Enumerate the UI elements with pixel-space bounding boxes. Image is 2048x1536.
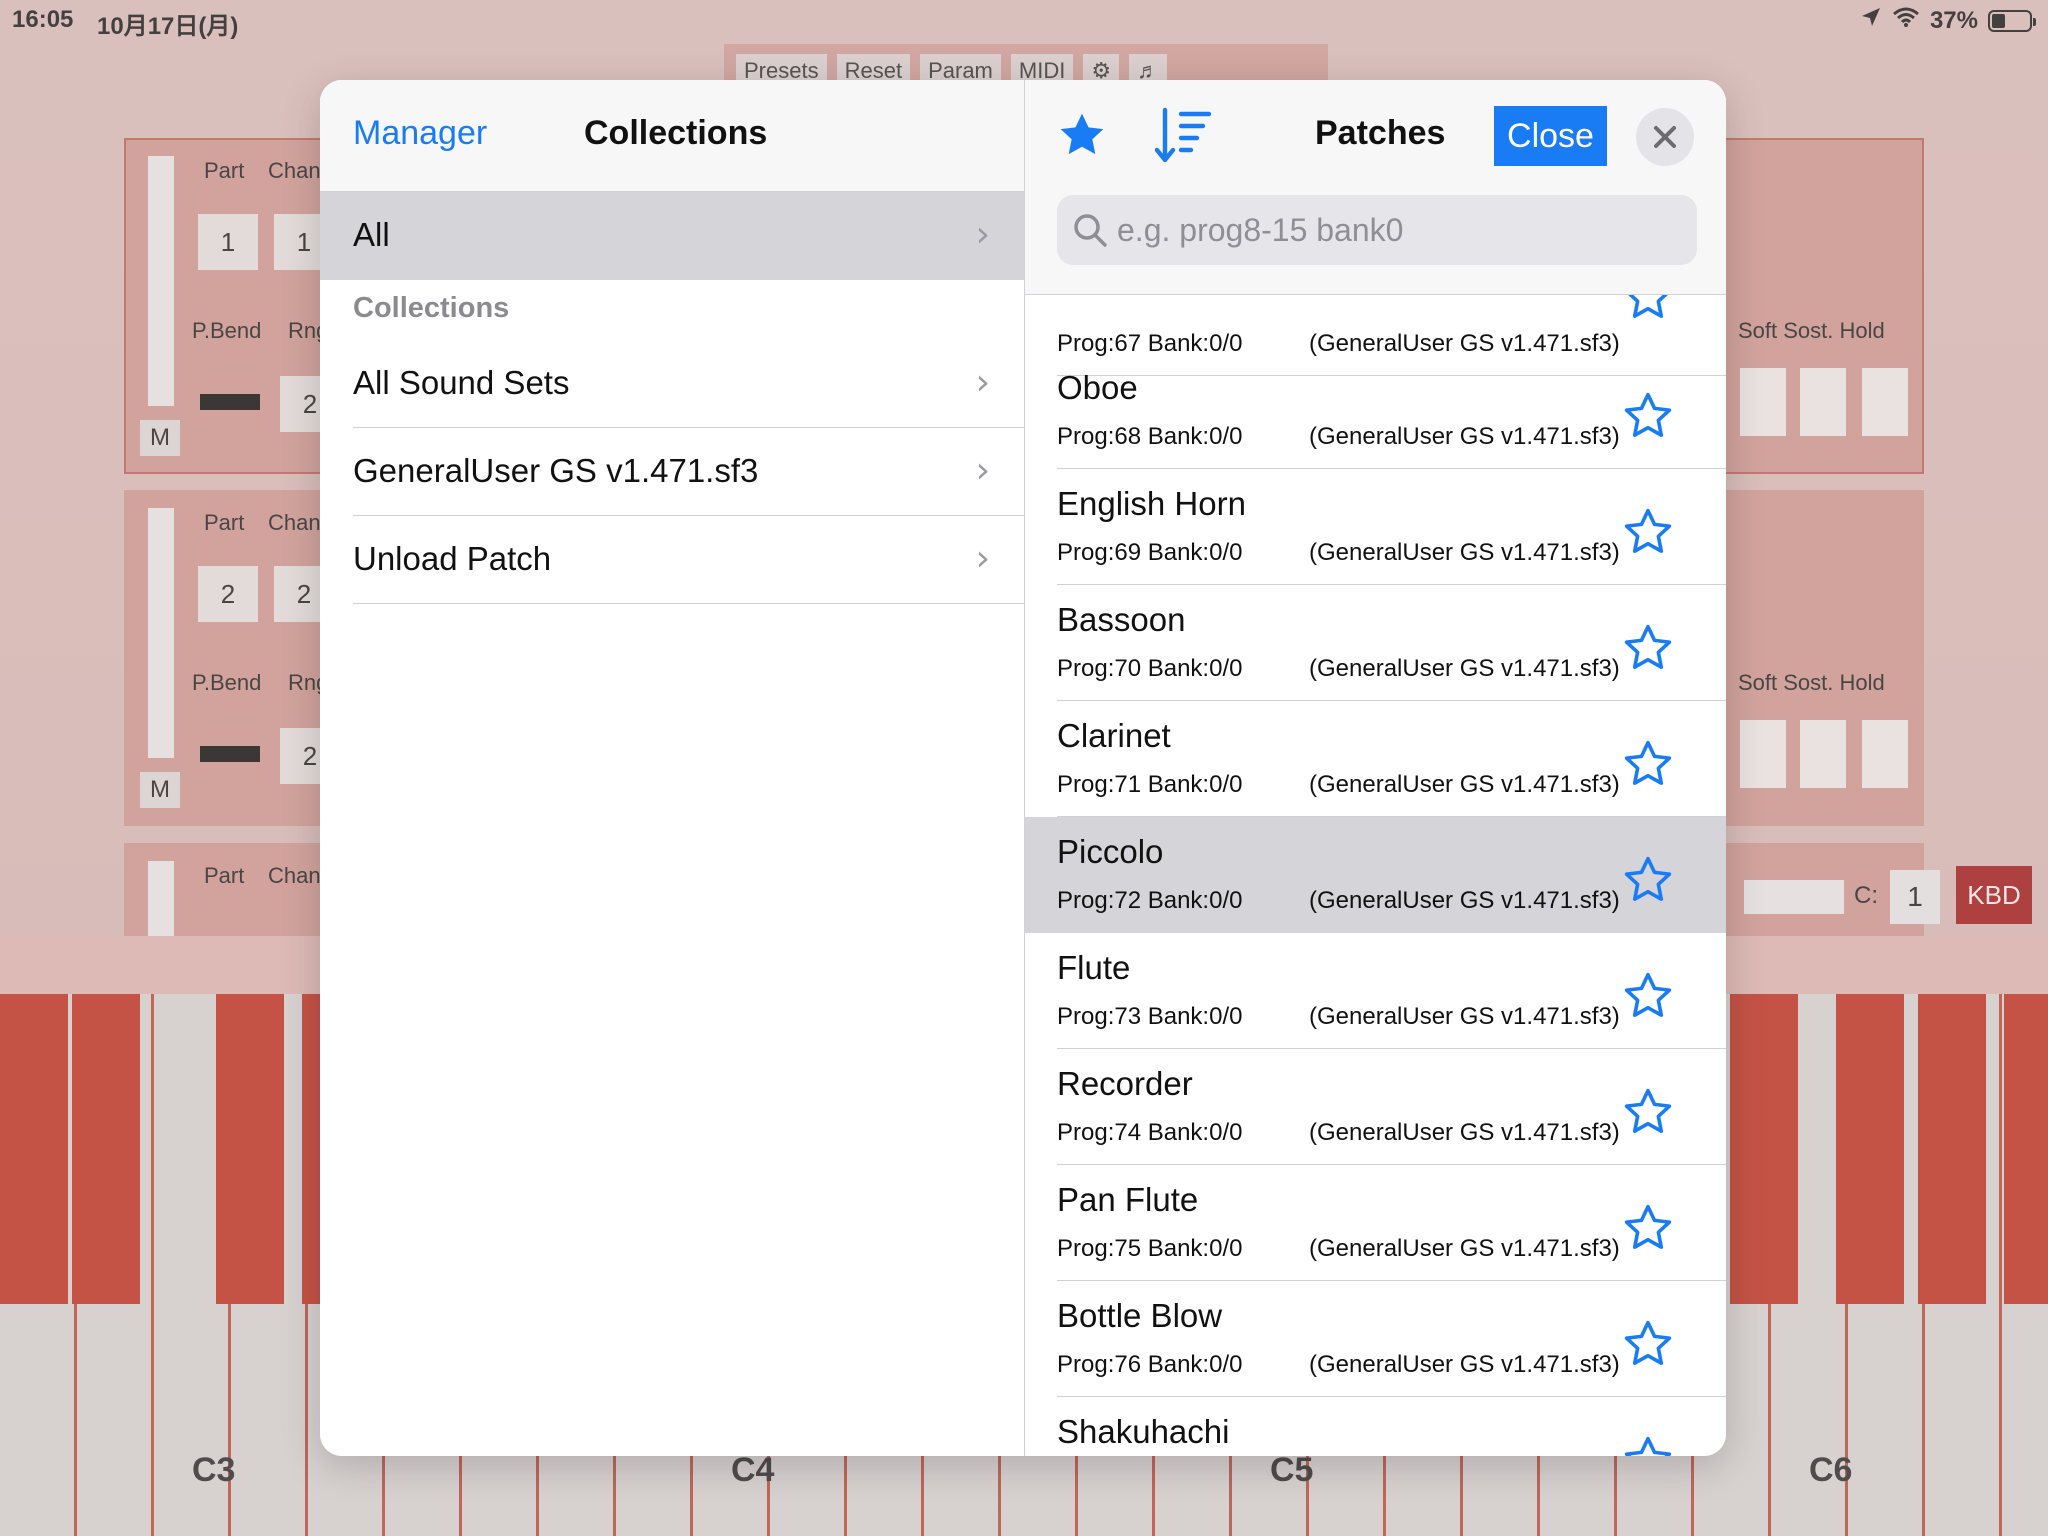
star-outline-icon[interactable] [1621, 969, 1675, 1023]
patch-name: Recorder [1057, 1065, 1193, 1102]
collections-title: Collections [584, 114, 768, 152]
collection-row-generaluser[interactable]: GeneralUser GS v1.471.sf3 › [320, 428, 1024, 516]
patches-header: Patches Close [1025, 80, 1726, 295]
patch-row-pan-flute[interactable]: Pan Flute Prog:75 Bank:0/0 (GeneralUser … [1025, 1165, 1726, 1281]
collections-header: Manager Collections [320, 80, 1024, 192]
patch-meta: Prog:68 Bank:0/0 [1057, 423, 1243, 450]
patch-name: Bassoon [1057, 601, 1186, 638]
collection-row-all-sound-sets[interactable]: All Sound Sets › [320, 340, 1024, 428]
patch-meta: Prog:69 Bank:0/0 [1057, 539, 1243, 566]
section-header: Collections [353, 292, 510, 324]
patch-source: (GeneralUser GS v1.471.sf3) [1309, 1119, 1620, 1146]
star-outline-icon[interactable] [1621, 389, 1675, 443]
chevron-right-icon: › [975, 538, 990, 579]
patch-row-clarinet[interactable]: Clarinet Prog:71 Bank:0/0 (GeneralUser G… [1025, 701, 1726, 817]
collection-row-label: GeneralUser GS v1.471.sf3 [353, 452, 759, 489]
collection-row-all[interactable]: All › [320, 192, 1024, 280]
star-outline-icon[interactable] [1621, 737, 1675, 791]
patch-source: (GeneralUser GS v1.471.sf3) [1309, 771, 1620, 798]
collection-row-label: All [353, 216, 390, 253]
patch-row-recorder[interactable]: Recorder Prog:74 Bank:0/0 (GeneralUser G… [1025, 1049, 1726, 1165]
dismiss-button[interactable] [1636, 108, 1694, 166]
star-outline-icon[interactable] [1621, 1433, 1675, 1456]
patch-meta: Prog:72 Bank:0/0 [1057, 887, 1243, 914]
star-outline-icon[interactable] [1621, 1201, 1675, 1255]
star-outline-icon[interactable] [1621, 1317, 1675, 1371]
patch-name: Shakuhachi [1057, 1413, 1230, 1450]
patch-row-piccolo[interactable]: Piccolo Prog:72 Bank:0/0 (GeneralUser GS… [1025, 817, 1726, 933]
patch-source: (GeneralUser GS v1.471.sf3) [1309, 1235, 1620, 1262]
search-icon [1071, 211, 1109, 249]
search-input[interactable] [1115, 195, 1675, 265]
patch-source: (GeneralUser GS v1.471.sf3) [1309, 1003, 1620, 1030]
row-divider [353, 603, 1024, 604]
patch-source: (GeneralUser GS v1.471.sf3) [1309, 887, 1620, 914]
chevron-right-icon: › [975, 450, 990, 491]
patch-picker-modal: Manager Collections All › Collections Al… [320, 80, 1726, 1456]
manager-link[interactable]: Manager [353, 114, 487, 153]
patch-source: (GeneralUser GS v1.471.sf3) [1309, 539, 1620, 566]
star-outline-icon[interactable] [1621, 853, 1675, 907]
patch-row-bottle-blow[interactable]: Bottle Blow Prog:76 Bank:0/0 (GeneralUse… [1025, 1281, 1726, 1397]
collection-row-unload-patch[interactable]: Unload Patch › [320, 516, 1024, 604]
star-outline-icon[interactable] [1621, 505, 1675, 559]
patch-source: (GeneralUser GS v1.471.sf3) [1309, 423, 1620, 450]
collection-row-label: Unload Patch [353, 540, 552, 577]
patch-name: Piccolo [1057, 833, 1164, 870]
patch-row-bassoon[interactable]: Bassoon Prog:70 Bank:0/0 (GeneralUser GS… [1025, 585, 1726, 701]
patch-name: Pan Flute [1057, 1181, 1199, 1218]
chevron-right-icon: › [975, 214, 990, 255]
patch-row-oboe[interactable]: Oboe Prog:68 Bank:0/0 (GeneralUser GS v1… [1025, 353, 1726, 469]
patch-meta: Prog:76 Bank:0/0 [1057, 1351, 1243, 1378]
patch-source: (GeneralUser GS v1.471.sf3) [1309, 655, 1620, 682]
patch-row-shakuhachi[interactable]: Shakuhachi [1025, 1397, 1726, 1456]
collections-pane: Manager Collections All › Collections Al… [320, 80, 1025, 1456]
patches-title: Patches [1315, 114, 1446, 152]
chevron-right-icon: › [975, 362, 990, 403]
close-icon [1654, 126, 1676, 148]
star-outline-icon[interactable] [1621, 621, 1675, 675]
patch-meta: Prog:75 Bank:0/0 [1057, 1235, 1243, 1262]
patch-meta: Prog:74 Bank:0/0 [1057, 1119, 1243, 1146]
patch-meta: Prog:73 Bank:0/0 [1057, 1003, 1243, 1030]
patch-row-flute[interactable]: Flute Prog:73 Bank:0/0 (GeneralUser GS v… [1025, 933, 1726, 1049]
patches-pane: Prog:67 Bank:0/0 (GeneralUser GS v1.471.… [1025, 80, 1726, 1456]
patch-name: Flute [1057, 949, 1131, 986]
patch-row-english-horn[interactable]: English Horn Prog:69 Bank:0/0 (GeneralUs… [1025, 469, 1726, 585]
favorites-star-icon[interactable] [1055, 108, 1109, 162]
patch-source: (GeneralUser GS v1.471.sf3) [1309, 1351, 1620, 1378]
patch-meta: Prog:71 Bank:0/0 [1057, 771, 1243, 798]
patch-name: Oboe [1057, 369, 1138, 406]
star-outline-icon[interactable] [1621, 1085, 1675, 1139]
patch-name: Clarinet [1057, 717, 1171, 754]
sort-icon[interactable] [1153, 106, 1213, 164]
patch-meta: Prog:70 Bank:0/0 [1057, 655, 1243, 682]
patch-name: English Horn [1057, 485, 1246, 522]
patch-name: Bottle Blow [1057, 1297, 1223, 1334]
collection-row-label: All Sound Sets [353, 364, 570, 401]
close-button[interactable]: Close [1494, 106, 1607, 166]
search-field[interactable] [1057, 195, 1697, 265]
